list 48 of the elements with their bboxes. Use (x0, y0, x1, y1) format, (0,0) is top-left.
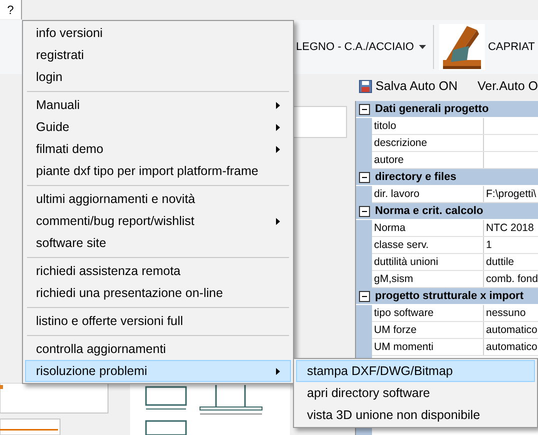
menu-item[interactable]: risoluzione problemi (25, 360, 291, 382)
property-name: tipo software (372, 305, 484, 321)
property-value[interactable]: automatico (484, 322, 538, 338)
property-value[interactable]: duttile (484, 254, 538, 270)
menu-item[interactable]: Guide (25, 116, 291, 138)
menu-item[interactable]: info versioni (25, 22, 291, 44)
category-header[interactable]: directory e files (356, 169, 538, 186)
menu-item[interactable]: piante dxf tipo per import platform-frame (25, 160, 291, 182)
property-name: classe serv. (372, 237, 484, 253)
menu-item[interactable]: commenti/bug report/wishlist (25, 210, 291, 232)
property-value[interactable]: nessuno (484, 305, 538, 321)
menu-item[interactable]: Manuali (25, 94, 291, 116)
truss-tool-button[interactable]: CAPRIAT (438, 24, 535, 70)
property-value[interactable]: automatico (484, 339, 538, 355)
menu-item[interactable]: vista 3D unione non disponibile (296, 404, 535, 426)
toolbar-button[interactable]: Ver.Auto O (478, 79, 538, 93)
property-name: Norma (372, 220, 484, 236)
property-value[interactable]: NTC 2018 (484, 220, 538, 236)
menu-item[interactable]: richiedi una presentazione on-line (25, 282, 291, 304)
menu-item[interactable]: apri directory software (296, 382, 535, 404)
toolbar-button[interactable]: Salva Auto ON (358, 79, 458, 93)
menu-item[interactable]: filmati demo (25, 138, 291, 160)
menu-item[interactable]: richiedi assistenza remota (25, 260, 291, 282)
property-value[interactable]: 1 (484, 237, 538, 253)
property-name: descrizione (372, 135, 484, 151)
property-value[interactable]: F:\progetti\ (484, 186, 538, 202)
material-dropdown[interactable]: LEGNO - C.A./ACCIAIO (296, 41, 428, 53)
menu-item[interactable]: listino e offerte versioni full (25, 310, 291, 332)
property-value[interactable]: comb. fond (484, 271, 538, 287)
property-name: titolo (372, 118, 484, 134)
menu-tab[interactable]: ? (0, 0, 22, 20)
property-name: dir. lavoro (372, 186, 484, 202)
menu-item[interactable]: controlla aggiornamenti (25, 338, 291, 360)
property-name: UM momenti (372, 339, 484, 355)
property-name: autore (372, 152, 484, 168)
category-header[interactable]: progetto strutturale x import (356, 288, 538, 305)
menu-item[interactable]: registrati (25, 44, 291, 66)
menu-item[interactable]: login (25, 66, 291, 88)
property-name: duttilità unioni (372, 254, 484, 270)
timber-joint-icon (438, 24, 485, 70)
category-header[interactable]: Norma e crit. calcolo (356, 203, 538, 220)
caret-icon (418, 45, 426, 49)
property-name: UM forze (372, 322, 484, 338)
menu-item[interactable]: software site (25, 232, 291, 254)
menu-item[interactable]: ultimi aggiornamenti e novità (25, 188, 291, 210)
property-name: gM,sism (372, 271, 484, 287)
category-header[interactable]: Dati generali progetto (356, 101, 538, 118)
menu-item[interactable]: stampa DXF/DWG/Bitmap (296, 360, 535, 382)
